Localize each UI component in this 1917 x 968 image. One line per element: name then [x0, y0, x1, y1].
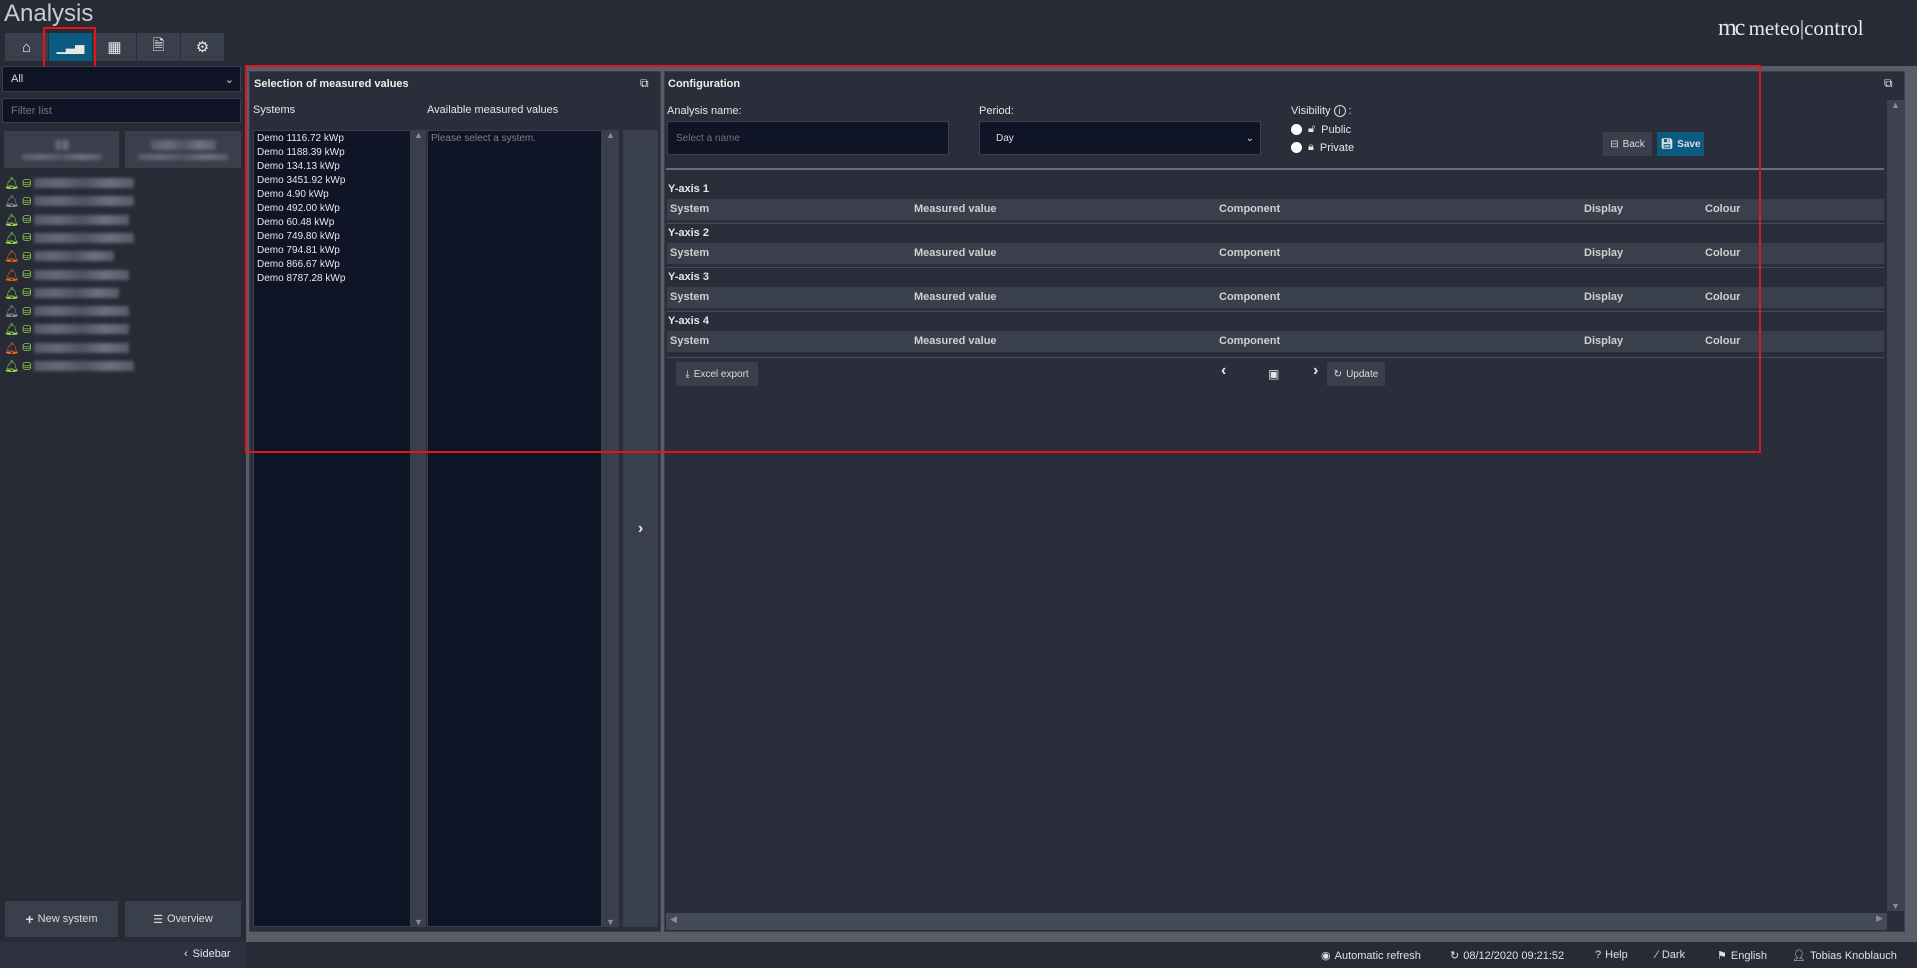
sidebar-blurred-button-1[interactable]	[4, 131, 119, 168]
highlight-box-tab	[43, 27, 96, 70]
overview-button[interactable]: ☰ Overview	[125, 901, 241, 937]
tab-calendar[interactable]: ▦	[93, 33, 137, 61]
database-clock-icon: ⛁	[22, 232, 32, 245]
alarm-bell-icon: 🔔︎	[4, 249, 20, 264]
alarm-bell-icon: 🔔︎	[4, 359, 20, 373]
sidebar-system-item[interactable]: 🔔︎ ⛁	[4, 174, 135, 192]
database-clock-icon: ⛁	[22, 342, 32, 355]
sidebar-system-item[interactable]: 🔔︎ ⛁	[4, 192, 135, 210]
page-title: Analysis	[4, 0, 94, 27]
user-icon: 👤︎	[1792, 950, 1806, 962]
sidebar-toggle[interactable]: ‹ Sidebar	[184, 948, 231, 960]
system-filter-select[interactable]: All ⌄	[2, 66, 241, 92]
gear-icon: ⚙	[195, 39, 210, 56]
sidebar-system-item[interactable]: 🔔︎ ⛁	[4, 284, 120, 302]
plus-icon: +	[25, 911, 34, 927]
sidebar-system-item[interactable]: 🔔︎ ⛁	[4, 266, 130, 284]
datetime-label: 08/12/2020 09:21:52	[1463, 949, 1565, 962]
question-icon: ?	[1595, 949, 1602, 961]
database-clock-icon: ⛁	[22, 214, 32, 227]
alarm-bell-icon: 🔔︎	[4, 267, 20, 282]
chevron-right-icon: ›	[637, 519, 644, 537]
blurred-system-name	[34, 196, 135, 207]
blurred-system-name	[34, 324, 130, 335]
filter-list-input[interactable]	[2, 98, 241, 123]
sidebar-system-item[interactable]: 🔔︎ ⛁	[4, 229, 135, 247]
toggle-icon: ◉	[1321, 950, 1331, 962]
database-clock-icon: ⛁	[22, 360, 32, 373]
select-value: All	[11, 73, 24, 85]
tab-settings[interactable]: ⚙	[181, 33, 225, 61]
theme-label: Dark	[1661, 949, 1686, 961]
alarm-bell-icon: 🔔︎	[4, 176, 20, 190]
new-system-label: New system	[37, 913, 98, 925]
sidebar-system-item[interactable]: 🔔︎ ⛁	[4, 339, 130, 357]
database-clock-icon: ⛁	[22, 250, 32, 263]
blurred-system-name	[34, 178, 135, 188]
alarm-bell-icon: 🔔︎	[4, 230, 20, 245]
help-label: Help	[1605, 949, 1628, 961]
refresh-icon: ↻	[1450, 950, 1460, 962]
database-clock-icon: ⛁	[22, 195, 32, 208]
help-link[interactable]: ? Help	[1595, 949, 1628, 961]
sidebar-blurred-button-2[interactable]	[125, 131, 241, 168]
alarm-bell-icon: 🔔︎	[4, 304, 20, 319]
chevron-left-icon: ‹	[184, 948, 188, 960]
language-select[interactable]: ⚑ English	[1717, 949, 1767, 963]
alarm-bell-icon: 🔔︎	[4, 194, 20, 209]
database-clock-icon: ⛁	[22, 177, 32, 190]
user-label: Tobias Knoblauch	[1809, 949, 1897, 962]
overview-label: Overview	[167, 913, 213, 925]
config-vertical-scrollbar[interactable]: ▲ ▼	[1887, 100, 1904, 911]
tab-reports[interactable]: 🗎	[137, 33, 181, 61]
config-horizontal-scrollbar[interactable]: ◀ ▶	[666, 913, 1887, 930]
blurred-system-name	[34, 232, 135, 243]
database-clock-icon: ⛁	[22, 269, 32, 281]
flag-icon: ⚑	[1717, 950, 1727, 962]
language-label: English	[1730, 949, 1767, 962]
new-system-button[interactable]: + New system	[5, 901, 118, 937]
alarm-bell-icon: 🔔︎	[4, 340, 20, 355]
calendar-icon: ▦	[107, 39, 122, 56]
highlight-box-main	[245, 65, 1761, 453]
brush-icon: ∕	[1656, 949, 1658, 961]
blurred-system-name	[34, 269, 130, 280]
auto-refresh-toggle[interactable]: ◉ Automatic refresh	[1321, 949, 1421, 963]
alarm-bell-icon: 🔔︎	[4, 212, 20, 227]
blurred-system-name	[34, 214, 130, 225]
home-icon: ⌂	[21, 38, 32, 56]
database-clock-icon: ⛁	[22, 323, 32, 336]
sidebar-toggle-label: Sidebar	[192, 948, 231, 960]
sidebar-system-item[interactable]: 🔔︎ ⛁	[4, 357, 135, 375]
blurred-system-name	[34, 361, 135, 371]
sidebar-system-item[interactable]: 🔔︎ ⛁	[4, 211, 130, 229]
logo-text: meteo|control	[1748, 16, 1864, 40]
blurred-system-name	[34, 342, 130, 353]
popout-icon[interactable]: ⧉	[1884, 76, 1893, 91]
meteocontrol-logo: mc meteo|control	[1718, 15, 1864, 41]
database-clock-icon: ⛁	[22, 287, 32, 300]
blurred-system-name	[34, 306, 130, 317]
theme-toggle[interactable]: ∕ Dark	[1656, 949, 1685, 961]
blurred-system-name	[34, 251, 115, 262]
auto-refresh-label: Automatic refresh	[1334, 949, 1421, 962]
sidebar-system-item[interactable]: 🔔︎ ⛁	[4, 302, 130, 320]
list-icon: ☰	[153, 913, 164, 926]
sidebar-system-item[interactable]: 🔔︎ ⛁	[4, 247, 115, 265]
refresh-timestamp[interactable]: ↻ 08/12/2020 09:21:52	[1450, 949, 1565, 963]
database-clock-icon: ⛁	[22, 305, 32, 318]
alarm-bell-icon: 🔔︎	[4, 285, 20, 300]
alarm-bell-icon: 🔔︎	[4, 322, 20, 337]
chevron-down-icon: ⌄	[224, 73, 234, 86]
document-icon: 🗎	[152, 36, 165, 54]
sidebar-system-item[interactable]: 🔔︎ ⛁	[4, 320, 130, 338]
user-menu[interactable]: 👤︎ Tobias Knoblauch	[1792, 949, 1897, 963]
blurred-system-name	[34, 287, 120, 298]
